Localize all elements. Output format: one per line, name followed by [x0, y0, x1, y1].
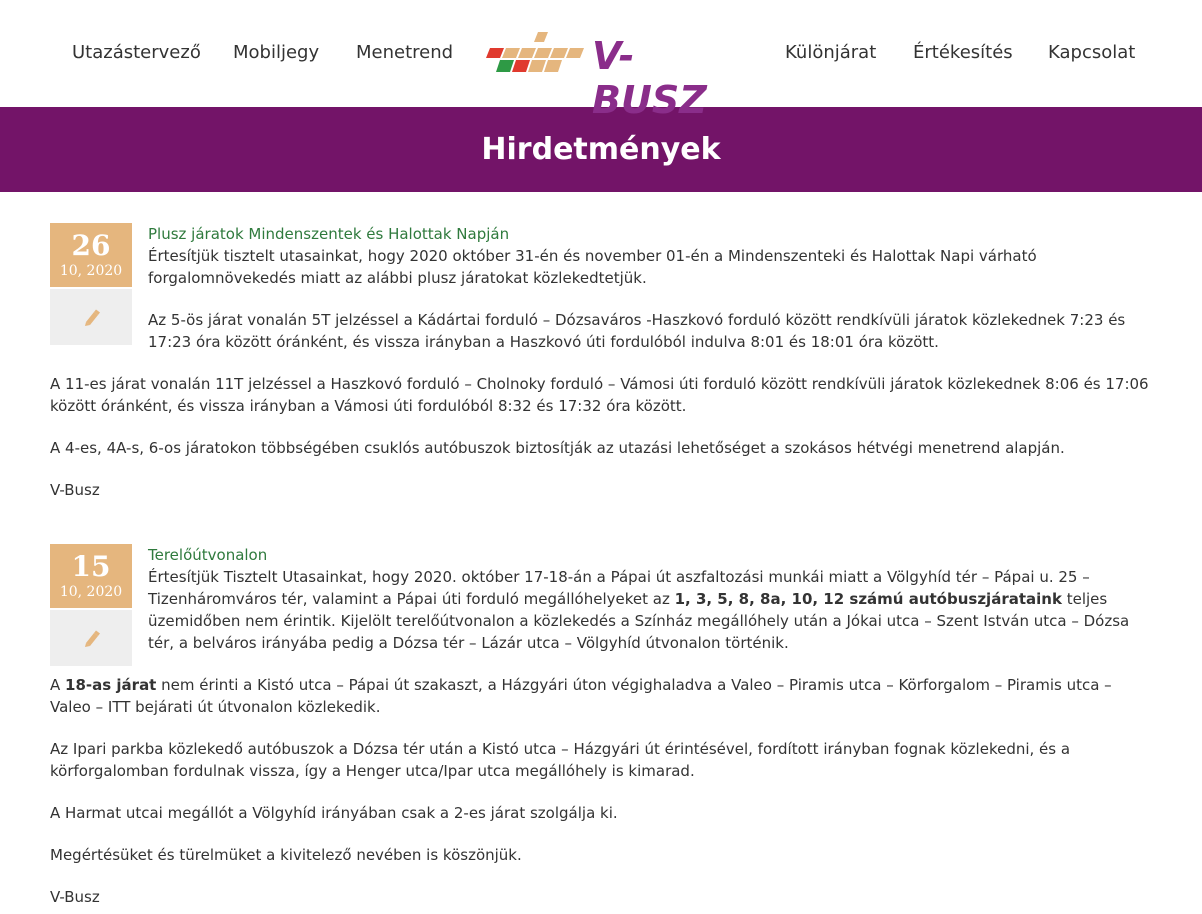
- pencil-icon: [85, 630, 100, 647]
- text-span: nem érinti a Kistó utca – Pápai út szaka…: [50, 676, 1112, 716]
- date-day: 15: [71, 550, 111, 583]
- date-badge: 15 10, 2020: [50, 544, 132, 666]
- nav-menetrend[interactable]: Menetrend: [356, 42, 453, 63]
- nav-mobiljegy[interactable]: Mobiljegy: [233, 42, 319, 63]
- logo-text: V-BUSZ: [592, 34, 707, 122]
- post-paragraph: A 4-es, 4A-s, 6-os járatokon többségében…: [50, 439, 1065, 457]
- site-header: Utazástervező Mobiljegy Menetrend V-BUSZ…: [0, 0, 1202, 122]
- post-paragraph: Megértésüket és türelmüket a kivitelező …: [50, 846, 522, 864]
- date-month-year: 10, 2020: [59, 584, 123, 600]
- post-title-link[interactable]: Plusz járatok Mindenszentek és Halottak …: [148, 223, 509, 245]
- announcement-post: 15 10, 2020 Terelőútvonalon Értesítjük T…: [50, 501, 1152, 908]
- bold-text: 18-as járat: [65, 676, 157, 694]
- post-paragraph: Az 5-ös járat vonalán 5T jelzéssel a Kád…: [148, 311, 1126, 351]
- post-paragraph: A 11-es járat vonalán 11T jelzéssel a Ha…: [50, 375, 1149, 415]
- text-span: A: [50, 676, 66, 694]
- post-type-badge: [50, 289, 132, 345]
- announcement-post: 26 10, 2020 Plusz járatok Mindenszentek …: [50, 192, 1152, 501]
- page-title: Hirdetmények: [481, 132, 721, 167]
- date-badge: 26 10, 2020: [50, 223, 132, 345]
- logo-checker-icon: [486, 32, 584, 72]
- vbusz-logo[interactable]: V-BUSZ: [486, 28, 742, 122]
- post-paragraph: Értesítjük Tisztelt Utasainkat, hogy 202…: [148, 566, 1152, 654]
- post-signature: V-Busz: [50, 888, 100, 906]
- post-paragraph: A Harmat utcai megállót a Völgyhíd irány…: [50, 804, 618, 822]
- bold-text: 1, 3, 5, 8, 8a, 10, 12 számú autóbuszjár…: [674, 590, 1062, 608]
- pencil-icon: [85, 309, 100, 326]
- date-day: 26: [71, 229, 111, 262]
- post-paragraph: A 18-as járat nem érinti a Kistó utca – …: [50, 674, 1152, 718]
- post-paragraph: Értesítjük tisztelt utasainkat, hogy 202…: [148, 247, 1037, 287]
- nav-ertekesites[interactable]: Értékesítés: [913, 42, 1013, 63]
- post-type-badge: [50, 610, 132, 666]
- nav-utazastervezo[interactable]: Utazástervező: [72, 42, 201, 63]
- post-signature: V-Busz: [50, 481, 100, 499]
- post-title-link[interactable]: Terelőútvonalon: [148, 544, 267, 566]
- announcements-list: 26 10, 2020 Plusz járatok Mindenszentek …: [0, 192, 1202, 908]
- nav-kulonjarat[interactable]: Különjárat: [785, 42, 876, 63]
- post-paragraph: Az Ipari parkba közlekedő autóbuszok a D…: [50, 740, 1071, 780]
- date-month-year: 10, 2020: [59, 263, 123, 279]
- nav-kapcsolat[interactable]: Kapcsolat: [1048, 42, 1135, 63]
